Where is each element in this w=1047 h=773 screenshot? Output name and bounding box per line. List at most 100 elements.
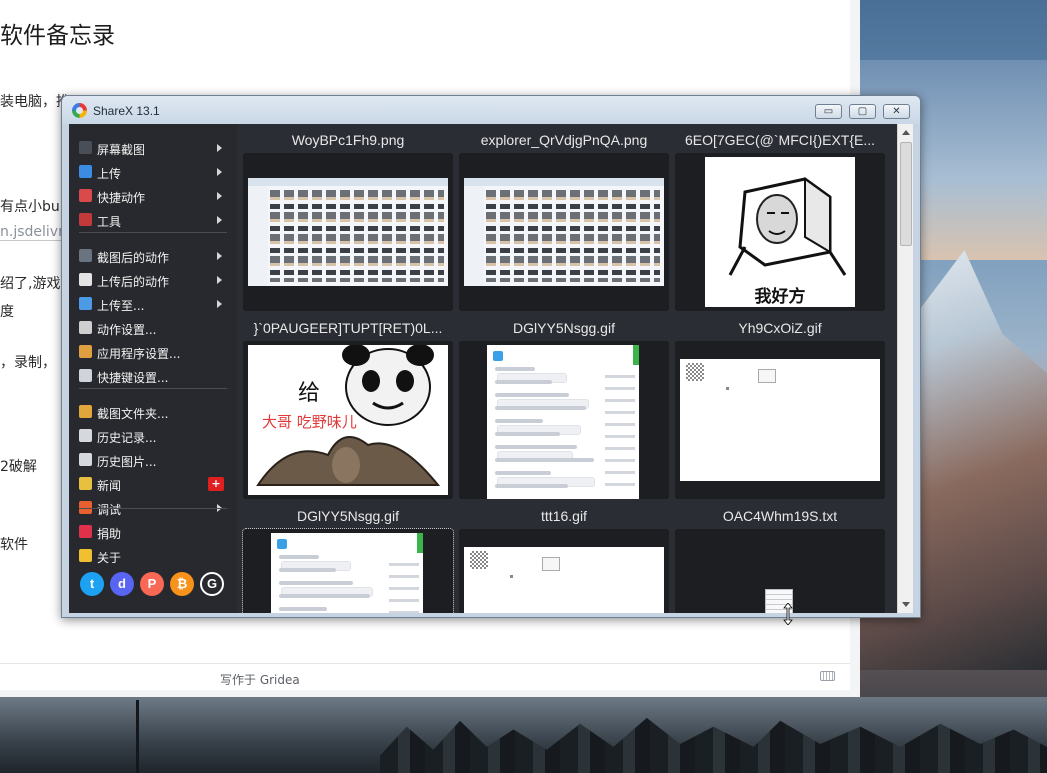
history-thumbnail[interactable]: [675, 341, 885, 499]
thumbnail-filename[interactable]: ttt16.gif: [459, 508, 669, 524]
page-footer: 写作于 Gridea: [0, 663, 850, 690]
history-thumbnail[interactable]: [459, 153, 669, 311]
history-thumbnail[interactable]: [675, 529, 885, 613]
submenu-arrow-icon: [217, 252, 222, 260]
scroll-up-arrow-icon[interactable]: [902, 130, 910, 135]
patreon-icon[interactable]: P: [140, 572, 164, 596]
footer-credit: 写作于 Gridea: [220, 673, 300, 687]
explorer-screenshot-preview: [248, 178, 448, 286]
megaphone-icon: [79, 477, 92, 490]
meme-caption-top: 给: [298, 381, 321, 406]
history-thumbnail[interactable]: 我好方: [675, 153, 885, 311]
menu-item-label: 上传后的动作: [97, 275, 170, 289]
menu-item-keyboard[interactable]: 快捷键设置...: [69, 364, 237, 388]
scroll-down-arrow-icon[interactable]: [902, 602, 910, 607]
history-thumbnail[interactable]: [243, 153, 453, 311]
menu-item-label: 截图文件夹...: [97, 407, 169, 421]
menu-item-upload-arrow[interactable]: 上传: [69, 160, 237, 184]
menu-item-quick-actions-grid[interactable]: 快捷动作: [69, 184, 237, 208]
submenu-arrow-icon: [217, 168, 222, 176]
minimize-button[interactable]: ▭: [815, 104, 842, 119]
blog-text-fragment: 有点小bu: [0, 199, 60, 215]
history-thumbnail[interactable]: [459, 529, 669, 613]
menu-item-label: 动作设置...: [97, 323, 157, 337]
menu-item-heart[interactable]: 捐助: [69, 520, 237, 544]
menu-item-label: 历史记录...: [97, 431, 157, 445]
menu-item-upload-destination[interactable]: 上传至...: [69, 292, 237, 316]
menu-item-label: 调试: [97, 503, 122, 517]
bitcoin-icon[interactable]: ₿: [170, 572, 194, 596]
history-thumbnail[interactable]: [242, 528, 454, 613]
window-titlebar[interactable]: ShareX 13.1 ▭ ▢ ✕: [62, 96, 920, 124]
submenu-arrow-icon: [217, 192, 222, 200]
window-client-area: 屏幕截图上传快捷动作工具截图后的动作 上传后的动作 上传至... 动作设置... 应用程…: [69, 124, 913, 613]
screen-recording-preview: [464, 547, 664, 613]
menu-separator: [79, 388, 227, 389]
folder-icon: [79, 405, 92, 418]
thumbnail-filename[interactable]: }`0PAUGEER]TUPT[RET)0L...: [243, 320, 453, 336]
github-icon[interactable]: G: [200, 572, 224, 596]
thumbnail-filename[interactable]: DGlYY5Nsgg.gif: [459, 320, 669, 336]
menu-item-label: 屏幕截图: [97, 143, 146, 157]
thumbnail-filename[interactable]: 6EO[7GEC(@`MFCI{)EXT{E...: [675, 132, 885, 148]
menu-item-gear[interactable]: 动作设置...: [69, 316, 237, 340]
window-title: ShareX 13.1: [93, 104, 160, 118]
meme-caption-red: 大哥 吃野味儿: [262, 413, 357, 431]
keyboard-icon: [79, 369, 92, 382]
menu-item-label: 捐助: [97, 527, 122, 541]
menu-item-history-list[interactable]: 历史记录...: [69, 424, 237, 448]
menu-item-label: 截图后的动作: [97, 251, 170, 265]
thumbnail-filename[interactable]: OAC4Whm19S.txt: [675, 508, 885, 524]
menu-item-image-history[interactable]: 历史图片...: [69, 448, 237, 472]
blog-link-fragment[interactable]: n.jsdelivr.: [0, 224, 67, 241]
upload-destination-icon: [79, 297, 92, 310]
submenu-arrow-icon: [217, 216, 222, 224]
chat-screenshot-preview: [487, 345, 639, 499]
menu-item-label: 快捷动作: [97, 191, 146, 205]
discord-icon[interactable]: d: [110, 572, 134, 596]
menu-item-label: 关于: [97, 551, 122, 565]
scrollbar-thumb[interactable]: [900, 142, 912, 246]
history-list-icon: [79, 429, 92, 442]
quick-actions-grid-icon: [79, 189, 92, 202]
page-title: 软件备忘录: [0, 23, 115, 49]
menu-item-wrench-screwdriver[interactable]: 应用程序设置...: [69, 340, 237, 364]
news-badge: +: [208, 477, 224, 491]
menu-item-after-capture[interactable]: 截图后的动作: [69, 244, 237, 268]
meme-caption: 我好方: [754, 287, 806, 307]
menu-item-screenshot[interactable]: 屏幕截图: [69, 136, 237, 160]
submenu-arrow-icon: [217, 276, 222, 284]
heart-icon: [79, 525, 92, 538]
thumbnail-filename[interactable]: WoyBPc1Fh9.png: [243, 132, 453, 148]
keyboard-icon[interactable]: [820, 671, 835, 681]
menu-separator: [79, 508, 227, 509]
history-thumbnail[interactable]: 给大哥 吃野味儿: [243, 341, 453, 499]
history-thumbnail-grid: WoyBPc1Fh9.png explorer_QrVdjgPnQA.png 6EO…: [237, 124, 897, 613]
menu-item-folder[interactable]: 截图文件夹...: [69, 400, 237, 424]
blog-text-fragment: 度: [0, 304, 14, 320]
menu-item-toolbox[interactable]: 工具: [69, 208, 237, 232]
gear-icon: [79, 321, 92, 334]
toolbox-icon: [79, 213, 92, 226]
maximize-button[interactable]: ▢: [849, 104, 876, 119]
history-thumbnail[interactable]: [459, 341, 669, 499]
vertical-scrollbar[interactable]: [897, 124, 913, 613]
explorer-screenshot-preview: [464, 178, 664, 286]
menu-item-after-upload-cloud[interactable]: 上传后的动作: [69, 268, 237, 292]
submenu-arrow-icon: [217, 144, 222, 152]
thumbnail-filename[interactable]: explorer_QrVdjgPnQA.png: [459, 132, 669, 148]
blog-text-fragment: 装电脑，推: [0, 94, 70, 110]
menu-item-label: 快捷键设置...: [97, 371, 169, 385]
chat-screenshot-preview: [271, 533, 423, 613]
thumbnail-filename[interactable]: Yh9CxOiZ.gif: [675, 320, 885, 336]
menu-item-megaphone[interactable]: 新闻 +: [69, 472, 237, 496]
close-button[interactable]: ✕: [883, 104, 910, 119]
meme-image-preview: 给大哥 吃野味儿: [248, 344, 448, 495]
twitter-icon[interactable]: t: [80, 572, 104, 596]
menu-item-label: 上传至...: [97, 299, 145, 313]
submenu-arrow-icon: [217, 300, 222, 308]
menu-item-label: 历史图片...: [97, 455, 157, 469]
menu-item-crown[interactable]: 关于: [69, 544, 237, 568]
thumbnail-filename[interactable]: DGlYY5Nsgg.gif: [243, 508, 453, 524]
blog-text-fragment: 绍了,游戏: [0, 276, 61, 292]
